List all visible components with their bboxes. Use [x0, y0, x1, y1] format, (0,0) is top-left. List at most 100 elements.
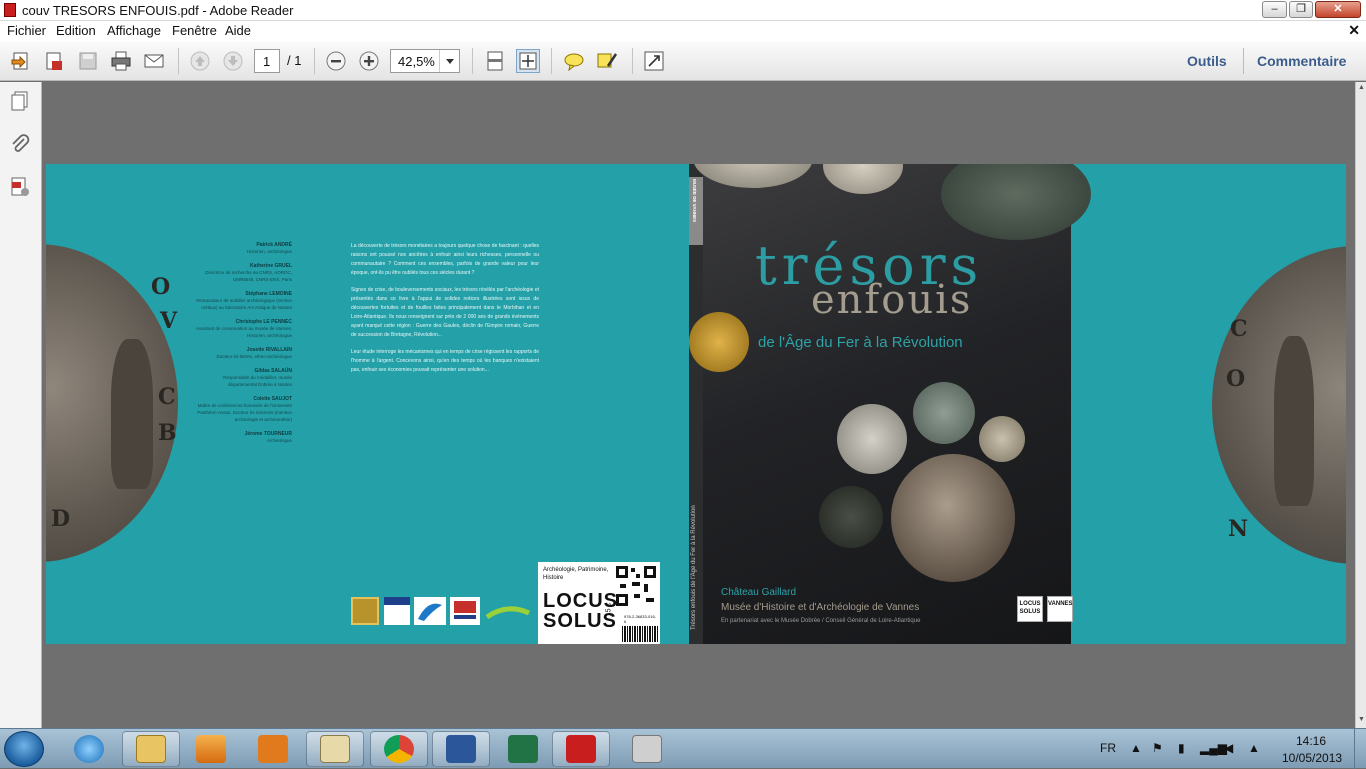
save-icon[interactable]	[76, 49, 100, 73]
comment-note-icon[interactable]	[562, 49, 586, 73]
minimize-button[interactable]: –	[1262, 1, 1287, 18]
clock-date[interactable]: 10/05/2013	[1282, 751, 1342, 765]
front-title-line-2: enfouis	[811, 277, 973, 323]
book-category: Archéologie, Patrimoine, Histoire	[543, 567, 609, 581]
author-entry: Christophe LE PENNEC Assistant de conserv…	[196, 319, 292, 338]
attachments-icon[interactable]	[9, 133, 31, 155]
cover-spread: O V C B D O C N Patrick ANDRÉ Historien, …	[46, 164, 1346, 644]
maximize-button[interactable]: ❐	[1289, 1, 1313, 18]
action-center-flag-icon[interactable]: ⚑	[1152, 741, 1163, 755]
back-cover-text: La découverte de trésors monétaires a to…	[351, 242, 539, 383]
media-player-icon[interactable]	[182, 731, 240, 767]
author-list: Patrick ANDRÉ Historien, archéologue Kath…	[196, 242, 292, 452]
tools-link[interactable]: Outils	[1187, 53, 1227, 69]
network-icon[interactable]: ▂▄▆	[1200, 741, 1227, 755]
clock-time[interactable]: 14:16	[1296, 734, 1326, 748]
back-paragraph: Leur étude interroge les mécanismes qui …	[351, 349, 539, 373]
coin-letter: N	[1228, 516, 1249, 542]
email-icon[interactable]	[142, 49, 166, 73]
toolbar: 1 / 1 42,5% Outils Commentaire	[0, 41, 1366, 81]
menu-bar: Fichier Edition Affichage Fenêtre Aide ✕	[0, 21, 1366, 41]
vertical-scrollbar[interactable]: ▲ ▼	[1355, 82, 1366, 728]
word-icon[interactable]	[432, 731, 490, 767]
highlight-text-icon[interactable]	[595, 49, 619, 73]
author-entry: Gildas SALAÜN Responsable du médaillier, …	[223, 368, 292, 387]
chevron-down-icon[interactable]	[439, 50, 459, 72]
excel-icon[interactable]	[494, 731, 552, 767]
photo-viewer-icon[interactable]	[306, 731, 364, 767]
back-paragraph: Signes de crise, de bouleversements soci…	[351, 287, 539, 338]
zoom-level-value: 42,5%	[398, 54, 435, 69]
print-icon[interactable]	[109, 49, 133, 73]
zoom-in-icon[interactable]	[357, 49, 381, 73]
next-page-icon[interactable]	[221, 49, 245, 73]
venue-name: Château Gaillard	[721, 587, 797, 598]
menu-aide[interactable]: Aide	[225, 23, 251, 38]
file-explorer-icon[interactable]	[122, 731, 180, 767]
menu-fenetre[interactable]: Fenêtre	[172, 23, 217, 38]
coin-right-image: O C N	[1212, 246, 1346, 564]
internet-explorer-icon[interactable]	[60, 731, 118, 767]
fit-page-icon[interactable]	[516, 49, 540, 73]
show-hidden-icons-icon[interactable]: ▲	[1130, 741, 1142, 755]
qr-code-icon	[616, 566, 656, 606]
museum-name: Musée d'Histoire et d'Archéologie de Van…	[721, 602, 920, 613]
zoom-level-select[interactable]: 42,5%	[390, 49, 460, 73]
show-desktop-button[interactable]	[1354, 729, 1366, 769]
barcode-icon	[622, 626, 658, 642]
create-pdf-icon[interactable]	[42, 49, 66, 73]
page-number-input[interactable]: 1	[254, 49, 280, 73]
comment-link[interactable]: Commentaire	[1257, 53, 1346, 69]
book-spine: MUSÉE DE VANNES Trésors enfouis de l'Âge…	[689, 164, 703, 644]
adobe-reader-taskbar-icon[interactable]	[552, 731, 610, 767]
battery-icon[interactable]: ▮	[1178, 741, 1185, 755]
coin-image	[891, 454, 1015, 582]
scanner-icon[interactable]	[618, 731, 676, 767]
app-icon[interactable]	[244, 731, 302, 767]
coin-left-image: O V C B D	[46, 244, 178, 562]
author-entry: Colette SAUJOT Maître de conférences hono…	[197, 396, 292, 422]
coin-image	[913, 382, 975, 444]
cloud-drive-icon[interactable]: ▲	[1248, 741, 1260, 755]
navigation-panel	[0, 82, 42, 728]
coin-figure	[111, 339, 153, 489]
menu-fichier[interactable]: Fichier	[7, 23, 46, 38]
isbn-number: 978-2-36833-016-6	[624, 614, 657, 624]
menu-affichage[interactable]: Affichage	[107, 23, 161, 38]
loire-atlantique-logo-icon	[485, 597, 531, 625]
barcode-box: Archéologie, Patrimoine, Histoire LOCUS …	[538, 562, 660, 644]
menu-edition[interactable]: Edition	[56, 23, 96, 38]
window-titlebar: couv TRESORS ENFOUIS.pdf - Adobe Reader …	[0, 0, 1366, 21]
page-thumbnails-icon[interactable]	[9, 90, 31, 112]
chrome-icon[interactable]	[370, 731, 428, 767]
gold-coin-image	[689, 312, 749, 372]
volume-icon[interactable]: ◀	[1224, 741, 1233, 755]
zoom-out-icon[interactable]	[324, 49, 348, 73]
book-price: 15 €	[605, 602, 613, 617]
previous-page-icon[interactable]	[188, 49, 212, 73]
front-subtitle: de l'Âge du Fer à la Révolution	[758, 334, 963, 351]
back-paragraph: La découverte de trésors monétaires a to…	[351, 243, 539, 276]
page-total: / 1	[287, 53, 302, 68]
coin-image	[823, 164, 903, 194]
coin-image	[979, 416, 1025, 462]
scrolling-mode-icon[interactable]	[483, 49, 507, 73]
coin-letter: O	[1226, 366, 1246, 392]
coin-figure	[1274, 336, 1314, 506]
open-file-icon[interactable]	[9, 49, 33, 73]
author-entry: Jérome TOURNEUR Archéologue	[244, 431, 292, 443]
full-screen-icon[interactable]	[642, 49, 666, 73]
spine-title: Trésors enfouis de l'Âge du Fer à la Rév…	[691, 505, 697, 630]
close-document-icon[interactable]: ✕	[1348, 22, 1360, 39]
author-entry: Katherine GRUEL Directrice de recherche a…	[205, 263, 292, 282]
taskbar: FR ▲ ⚑ ▮ ▂▄▆ ◀ ▲ 14:16 10/05/2013	[0, 728, 1366, 769]
close-button[interactable]: ✕	[1315, 1, 1361, 18]
signatures-icon[interactable]	[9, 176, 31, 198]
coin-image	[819, 486, 883, 548]
windows-start-button[interactable]	[4, 731, 44, 767]
scroll-up-icon[interactable]: ▲	[1357, 84, 1366, 94]
language-indicator[interactable]: FR	[1100, 741, 1116, 755]
author-entry: Josette RIVALLAIN Docteur ès-lettres, eth…	[216, 347, 292, 359]
coin-letter: C	[1230, 316, 1248, 342]
scroll-down-icon[interactable]: ▼	[1357, 716, 1366, 726]
